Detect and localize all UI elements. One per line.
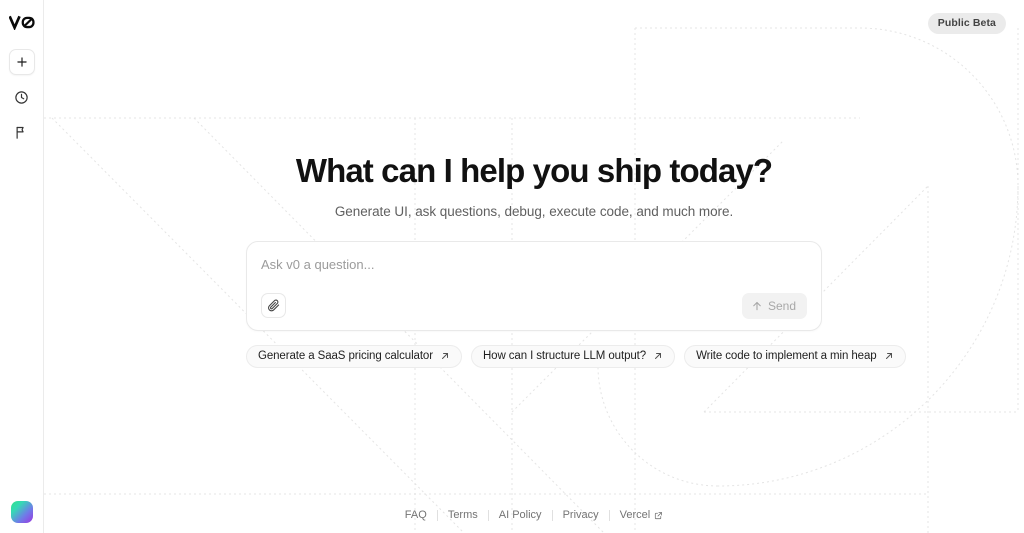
page-subtitle: Generate UI, ask questions, debug, execu…: [334, 203, 734, 219]
page-title: What can I help you ship today?: [295, 152, 773, 189]
arrow-up-right-icon: [440, 351, 450, 361]
status-badge[interactable]: Public Beta: [927, 13, 1006, 34]
footer-link-privacy[interactable]: Privacy: [553, 509, 609, 521]
suggestion-chip-1[interactable]: Generate a SaaS pricing calculator: [246, 344, 462, 368]
main-area: Public Beta What can I help you ship tod…: [44, 0, 1024, 533]
prompt-composer[interactable]: Send: [246, 240, 822, 331]
page-content: What can I help you ship today? Generate…: [44, 0, 1024, 533]
sidebar-item-new-chat[interactable]: [8, 49, 35, 75]
prompt-input[interactable]: [261, 255, 807, 276]
suggestion-chip-3[interactable]: Write code to implement a min heap: [684, 344, 906, 368]
suggestion-chips: Generate a SaaS pricing calculator How c…: [246, 344, 906, 368]
attach-file-button[interactable]: [261, 293, 286, 319]
footer-links: FAQ Terms AI Policy Privacy Vercel: [395, 509, 673, 521]
suggestion-chip-2[interactable]: How can I structure LLM output?: [470, 344, 676, 368]
suggestion-chip-2-label: How can I structure LLM output?: [482, 349, 647, 362]
composer-toolbar: Send: [261, 292, 807, 319]
plus-icon: [15, 55, 29, 69]
sidebar-item-history[interactable]: [9, 84, 35, 110]
paperclip-icon: [267, 299, 280, 312]
v0-app-window: Public Beta What can I help you ship tod…: [0, 0, 1024, 533]
external-link-icon: [654, 511, 663, 520]
send-button[interactable]: Send: [741, 292, 807, 319]
sidebar-item-feedback[interactable]: [9, 119, 35, 145]
footer-link-vercel[interactable]: Vercel: [610, 509, 674, 521]
flag-icon: [14, 125, 29, 140]
footer-link-faq[interactable]: FAQ: [395, 509, 437, 521]
arrow-up-icon: [751, 300, 763, 312]
footer-link-vercel-label: Vercel: [619, 509, 651, 521]
clock-icon: [14, 90, 29, 105]
public-beta-badge-wrapper: Public Beta: [927, 13, 1006, 34]
user-avatar[interactable]: [10, 501, 33, 523]
v0-logo[interactable]: [7, 9, 37, 35]
arrow-up-right-icon: [653, 351, 663, 361]
footer-link-terms[interactable]: Terms: [438, 509, 488, 521]
arrow-up-right-icon: [884, 351, 894, 361]
suggestion-chip-1-label: Generate a SaaS pricing calculator: [258, 349, 433, 362]
footer-link-ai-policy[interactable]: AI Policy: [489, 509, 552, 521]
sidebar: [0, 0, 44, 533]
hero-section: What can I help you ship today? Generate…: [44, 152, 1024, 219]
send-button-label: Send: [767, 298, 796, 313]
suggestion-chip-3-label: Write code to implement a min heap: [696, 349, 877, 362]
footer: FAQ Terms AI Policy Privacy Vercel: [44, 509, 1024, 521]
